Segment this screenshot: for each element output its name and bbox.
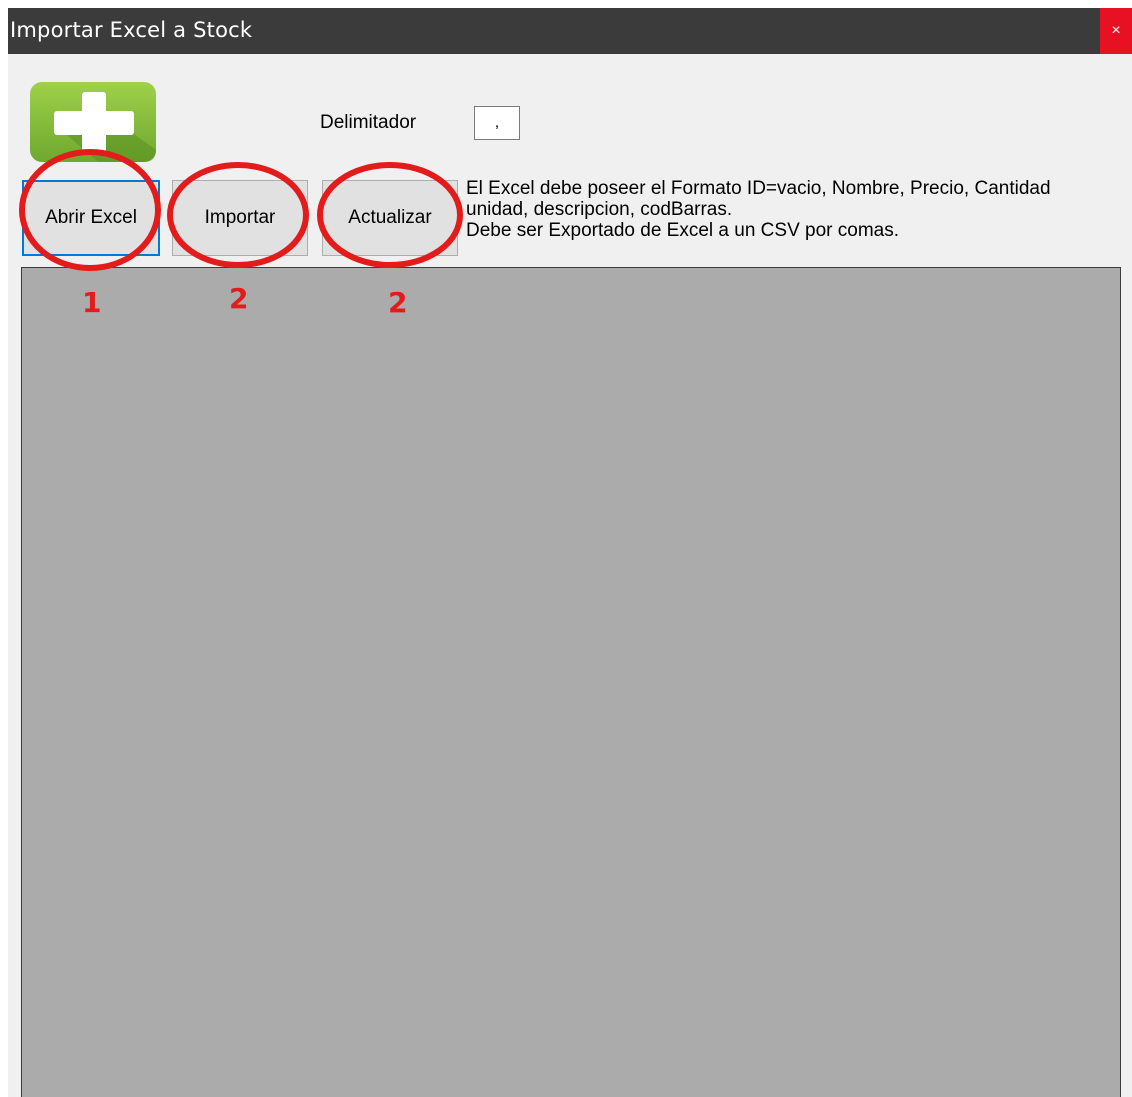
- plus-icon: [28, 80, 158, 164]
- import-button[interactable]: Importar: [172, 180, 308, 256]
- import-window: Importar Excel a Stock × Delimitador Abr…: [8, 8, 1132, 1097]
- close-button[interactable]: ×: [1100, 8, 1132, 54]
- format-instructions: El Excel debe poseer el Formato ID=vacio…: [466, 178, 1051, 241]
- data-grid[interactable]: [21, 267, 1121, 1097]
- step-number-1: 1: [82, 286, 102, 319]
- delimiter-input[interactable]: [474, 106, 520, 140]
- title-bar[interactable]: Importar Excel a Stock ×: [8, 8, 1132, 54]
- open-excel-button[interactable]: Abrir Excel: [22, 180, 160, 256]
- step-number-2-second: 2: [388, 286, 408, 319]
- update-button[interactable]: Actualizar: [322, 180, 458, 256]
- window-title: Importar Excel a Stock: [10, 18, 253, 42]
- step-number-2: 2: [229, 282, 249, 315]
- delimiter-label: Delimitador: [320, 112, 417, 133]
